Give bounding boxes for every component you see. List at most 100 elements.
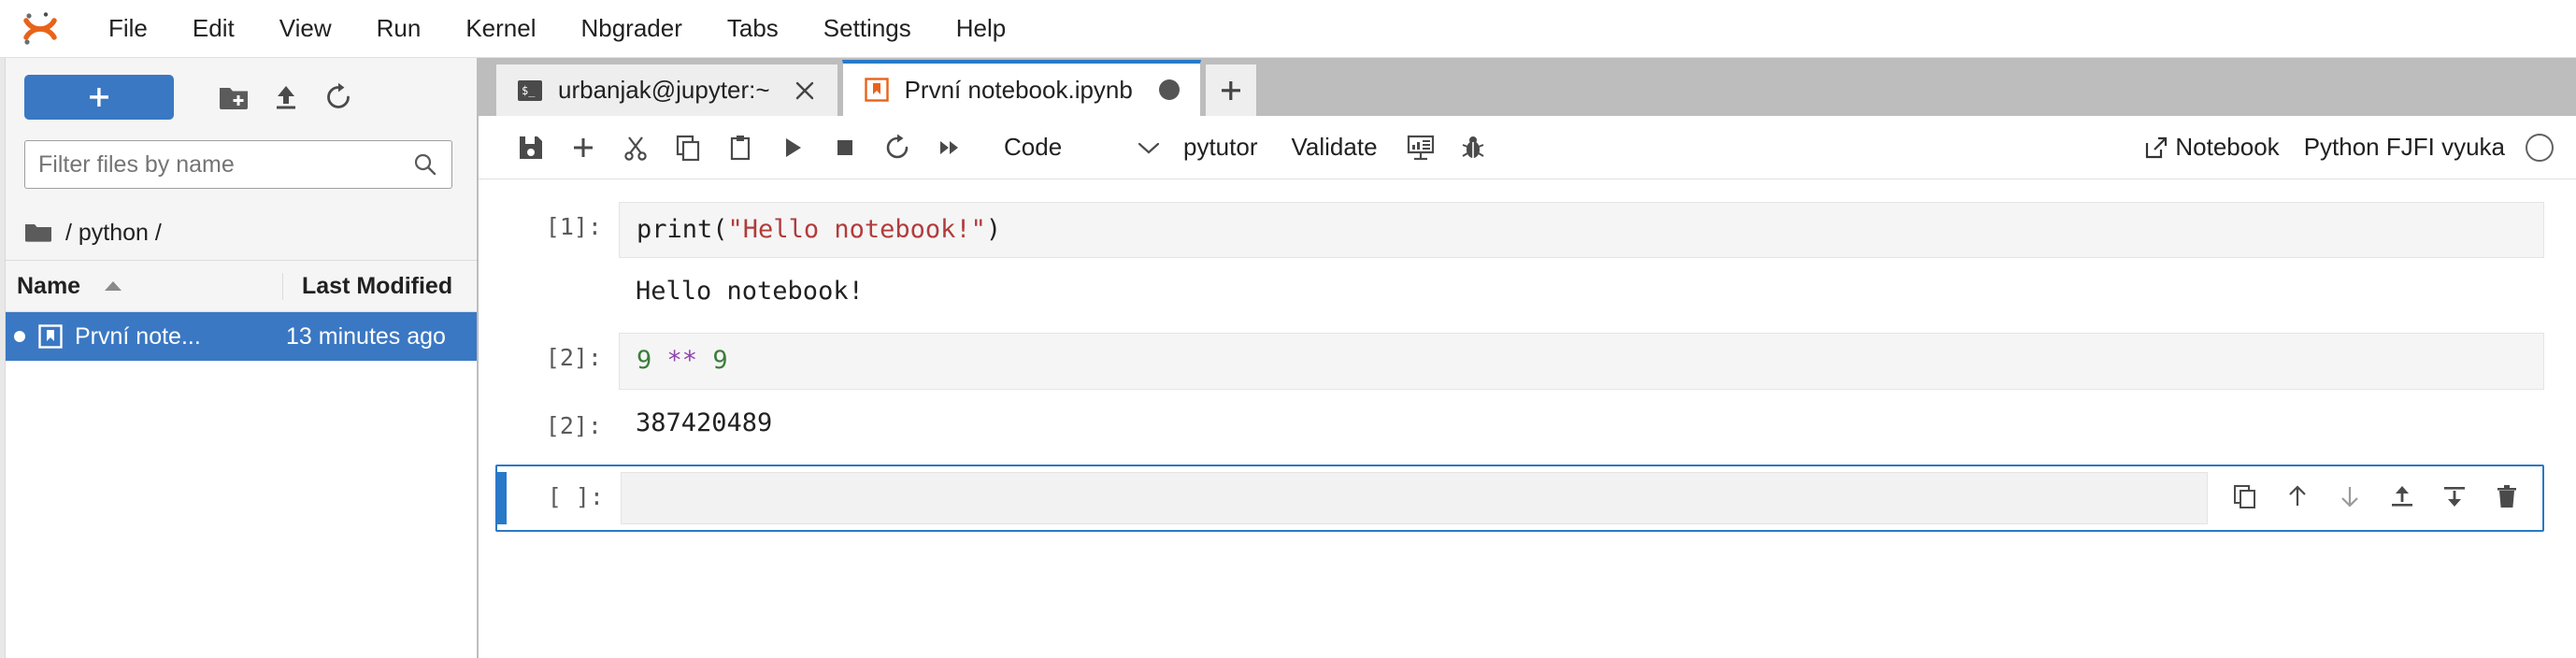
menu-settings[interactable]: Settings [803,8,932,49]
string-token: "Hello notebook!" [727,215,986,244]
file-list-header: Name Last Modified [0,260,477,312]
list-item[interactable]: První note... 13 minutes ago [0,312,477,361]
notebook-icon [37,323,64,350]
breadcrumb[interactable]: / python / [0,206,477,260]
column-header-name[interactable]: Name [0,273,282,300]
cell-prompt: [1]: [545,213,602,240]
cut-icon[interactable] [609,123,662,172]
file-browser-toolbar [0,58,477,136]
number-token: 9 [712,346,728,376]
new-launcher-button[interactable] [24,75,174,120]
move-cell-up-icon[interactable] [2271,472,2324,521]
activity-bar-rail [0,58,6,658]
refresh-icon[interactable] [312,75,365,120]
menu-kernel[interactable]: Kernel [445,8,556,49]
cell-select-bar [495,333,505,389]
code-cell-1[interactable]: [1]: print("Hello notebook!") [479,196,2576,264]
bug-icon[interactable] [1447,123,1499,172]
cell-prompt: [ ]: [547,482,604,510]
menu-help[interactable]: Help [936,8,1026,49]
output-prompt [516,269,619,280]
filter-container: Filter files by name [0,136,477,206]
menu-edit[interactable]: Edit [172,8,255,49]
tab-terminal-label: urbanjak@jupyter:~ [558,76,770,104]
breadcrumb-path[interactable]: / python / [65,220,162,247]
search-icon [412,151,438,178]
restart-run-all-icon[interactable] [923,123,976,172]
notebook-icon [864,77,890,103]
file-name: První note... [75,322,201,350]
presentation-icon[interactable] [1395,123,1447,172]
notebook-toolbar: Code pytutor Validate Notebook Python FJ… [479,116,2576,179]
cell-type-select[interactable]: Code [989,124,1166,171]
kernel-name-label: Python FJFI vyuka [2303,133,2505,161]
cell-input[interactable]: 9 ** 9 [619,333,2544,390]
code-cell-2[interactable]: [2]: 9 ** 9 [479,327,2576,394]
filter-files-box[interactable]: Filter files by name [24,140,452,189]
file-list: První note... 13 minutes ago [0,312,477,658]
menu-tabs[interactable]: Tabs [707,8,799,49]
menu-bar: File Edit View Run Kernel Nbgrader Tabs … [0,0,2576,58]
number-token: 9 [637,346,652,376]
cell-1-output: Hello notebook! [479,264,2576,327]
new-folder-icon[interactable] [208,75,260,120]
duplicate-cell-icon[interactable] [2219,472,2271,521]
kernel-status-idle-icon[interactable] [2526,133,2554,162]
menu-nbgrader[interactable]: Nbgrader [560,8,702,49]
copy-icon[interactable] [662,123,714,172]
cell-type-value: Code [1004,133,1063,161]
notebook-cell-list: [1]: print("Hello notebook!") Hello note… [479,179,2576,658]
cell-input[interactable]: print("Hello notebook!") [619,202,2544,259]
unsaved-changes-indicator-icon[interactable] [1158,79,1180,100]
delete-cell-icon[interactable] [2481,472,2533,521]
stream-output-text: Hello notebook! [619,269,2544,315]
tab-notebook[interactable]: První notebook.ipynb [841,60,1201,116]
svg-text:$_: $_ [522,84,536,97]
kernel-name-button[interactable]: Python FJFI vyuka [2304,133,2505,162]
close-icon[interactable] [793,79,817,103]
new-tab-button[interactable] [1204,64,1257,116]
output-prompt: [2]: [545,411,602,439]
restart-kernel-icon[interactable] [871,123,923,172]
tab-terminal[interactable]: $_ urbanjak@jupyter:~ [495,64,838,116]
cell-prompt: [2]: [545,344,602,372]
insert-cell-icon[interactable] [557,123,609,172]
filter-files-input[interactable]: Filter files by name [38,151,412,179]
cell-select-bar [495,401,505,453]
menu-file[interactable]: File [88,8,168,49]
paste-icon[interactable] [714,123,766,172]
cell-select-bar [495,269,505,322]
result-output-text: 387420489 [619,400,2544,447]
validate-button[interactable]: Validate [1275,133,1395,162]
external-link-icon [2143,135,2169,161]
insert-cell-below-icon[interactable] [2428,472,2481,521]
tab-notebook-label: První notebook.ipynb [904,75,1133,104]
insert-cell-above-icon[interactable] [2376,472,2428,521]
notebook-mode-label: Notebook [2175,133,2280,161]
main-dock-area: $_ urbanjak@jupyter:~ První notebook.ipy… [479,58,2576,658]
cell-toolbar [2208,472,2533,521]
chevron-down-icon [1105,140,1161,155]
file-browser-sidebar: Filter files by name / python / Name Las… [0,58,479,658]
notebook-mode-button[interactable]: Notebook [2143,133,2280,162]
cell-select-bar [495,202,505,258]
empty-cell-selected[interactable]: [ ]: [495,464,2544,532]
kernel-running-indicator-icon [7,329,32,344]
cell-select-bar [497,471,507,524]
jupyterlab-window: File Edit View Run Kernel Nbgrader Tabs … [0,0,2576,658]
column-header-last-modified[interactable]: Last Modified [282,272,477,300]
menu-view[interactable]: View [259,8,352,49]
jupyter-logo-icon [17,7,65,50]
save-icon[interactable] [505,123,557,172]
plus-icon [1221,80,1240,100]
move-cell-down-icon[interactable] [2324,472,2376,521]
cell-input[interactable] [621,471,2208,524]
pytutor-button[interactable]: pytutor [1166,133,1275,162]
file-last-modified: 13 minutes ago [286,322,446,350]
menu-run[interactable]: Run [356,8,442,49]
upload-icon[interactable] [260,75,312,120]
run-icon[interactable] [766,123,819,172]
stop-icon[interactable] [819,123,871,172]
operator-token: ** [666,346,698,376]
sort-ascending-icon [103,279,123,293]
